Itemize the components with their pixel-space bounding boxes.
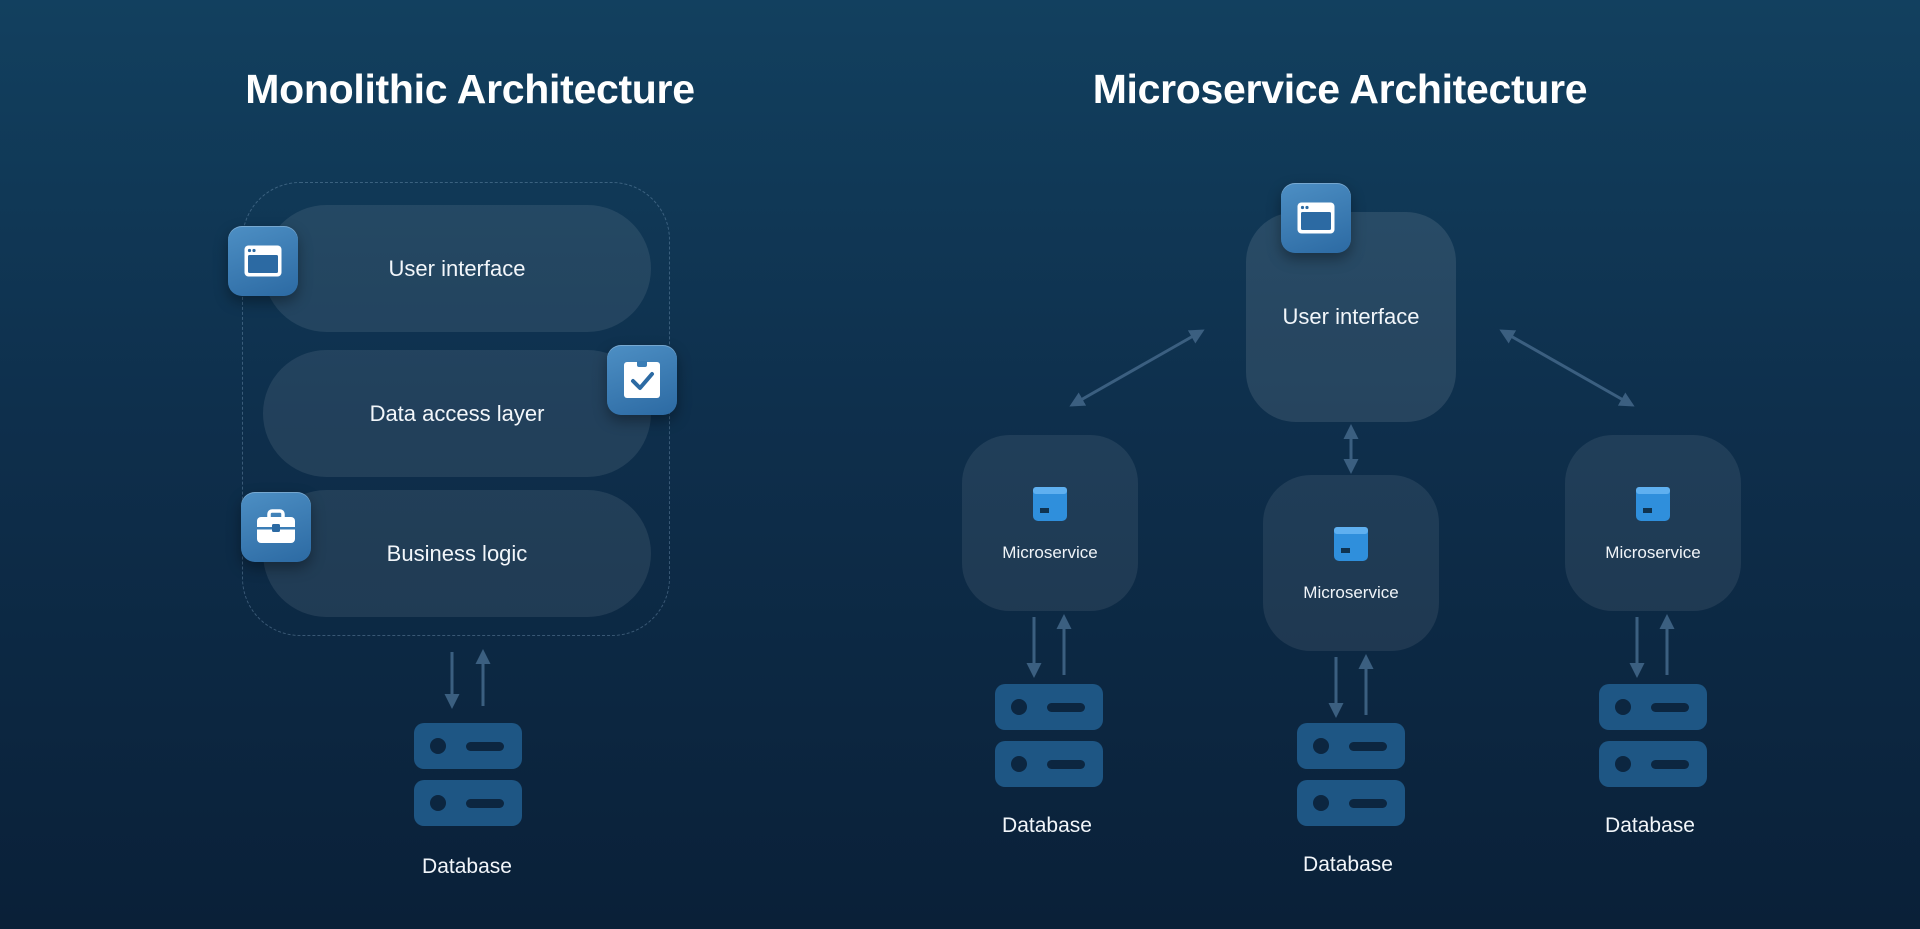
- ui-ms3-arrow: [1499, 329, 1635, 407]
- connection-arrows: [444, 329, 1675, 718]
- ui-ms1-arrow: [1069, 329, 1205, 407]
